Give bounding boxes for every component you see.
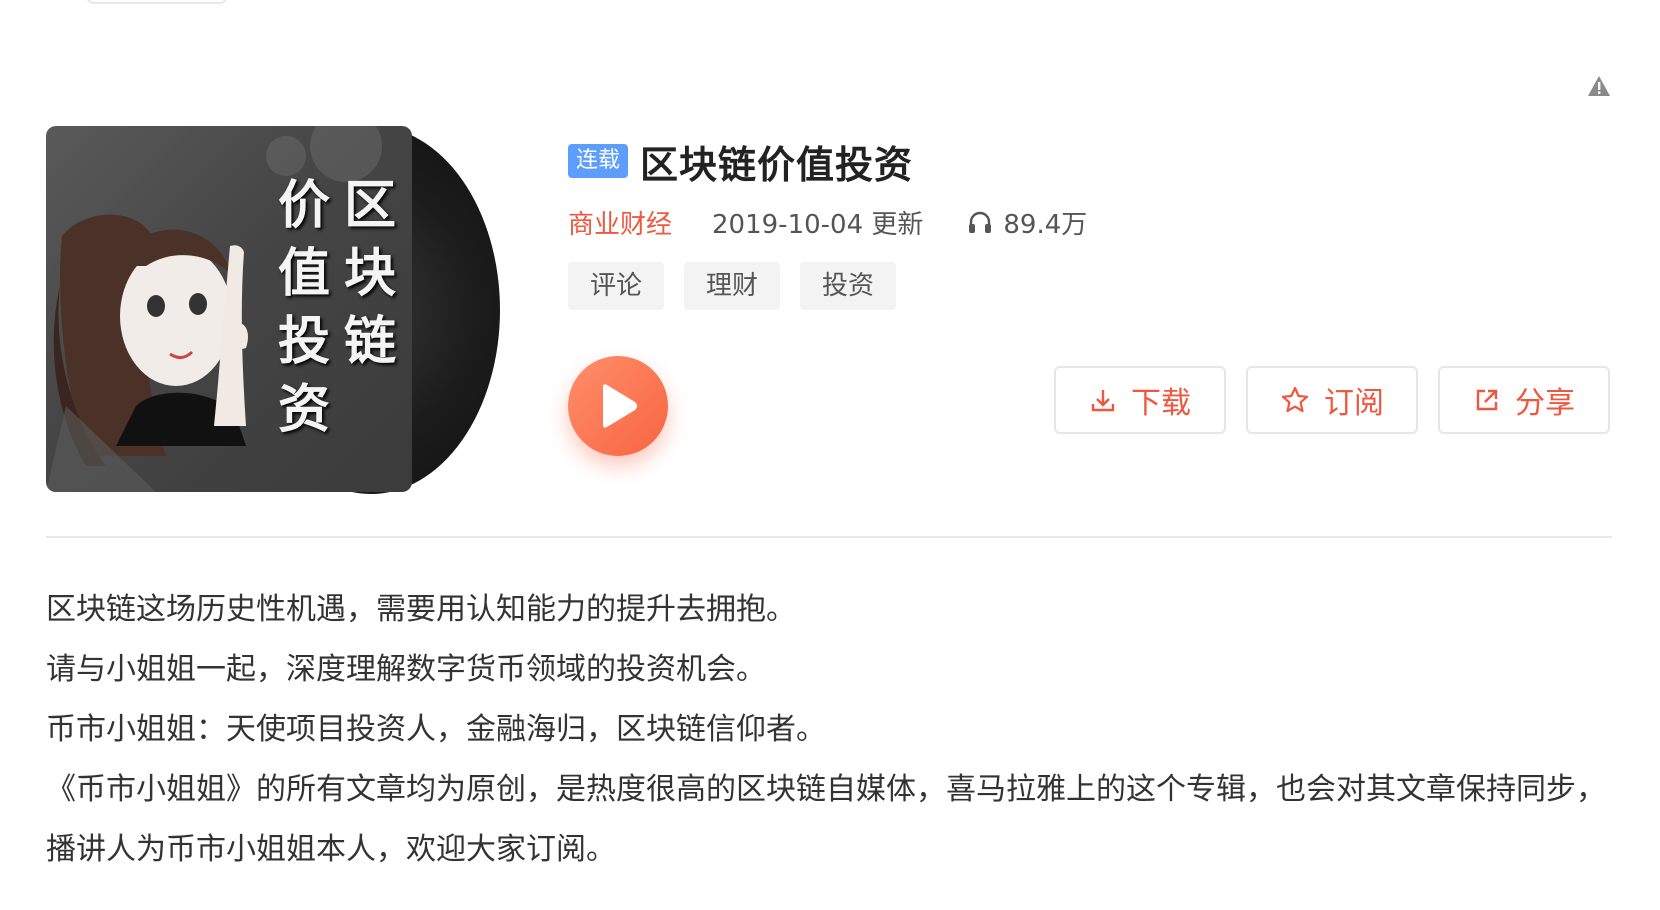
- download-icon: [1091, 390, 1115, 412]
- download-button[interactable]: 下载: [1054, 366, 1226, 434]
- play-icon: [603, 384, 637, 428]
- intro-paragraph: 《币市小姐姐》的所有文章均为原创，是热度很高的区块链自媒体，喜马拉雅上的这个专辑…: [46, 772, 1606, 867]
- category-link[interactable]: 商业财经: [568, 204, 672, 241]
- cover-char: 链: [343, 312, 396, 372]
- headphones-icon: [969, 211, 992, 233]
- cover-char: 投: [277, 312, 330, 372]
- title-row: 连载 区块链价值投资: [568, 136, 914, 187]
- cover-char: 值: [277, 244, 330, 304]
- play-count: 89.4万: [967, 204, 1087, 241]
- cover-title-text: 价 区 值 块 投 链 资: [271, 172, 403, 452]
- cover-char: 块: [343, 244, 396, 304]
- section-divider: [46, 536, 1612, 538]
- intro-paragraph: 请与小姐姐一起，深度理解数字货币领域的投资机会。: [46, 652, 766, 687]
- subscribe-label: 订阅: [1324, 386, 1384, 421]
- album-intro: 区块链这场历史性机遇，需要用认知能力的提升去拥抱。 请与小姐姐一起，深度理解数字…: [46, 580, 1616, 880]
- intro-paragraph: 区块链这场历史性机遇，需要用认知能力的提升去拥抱。: [46, 592, 796, 627]
- subscribe-button[interactable]: 订阅: [1246, 366, 1418, 434]
- play-count-value: 89.4万: [1003, 209, 1088, 240]
- tag-list: 评论 理财 投资: [568, 262, 916, 310]
- album-page: 价 区 值 块 投 链 资 连载 区块链价值投资 商业财经 2019-10-04…: [0, 0, 1660, 910]
- tag-item[interactable]: 评论: [568, 262, 664, 310]
- update-date: 2019-10-04 更新: [712, 209, 924, 240]
- download-label: 下载: [1131, 386, 1191, 421]
- warning-triangle-icon[interactable]: [1586, 74, 1612, 98]
- cover-image: 价 区 值 块 投 链 资: [46, 126, 412, 492]
- tag-item[interactable]: 理财: [684, 262, 780, 310]
- share-button[interactable]: 分享: [1438, 366, 1610, 434]
- cover-char: 区: [343, 176, 396, 236]
- star-icon: [1281, 386, 1309, 413]
- share-label: 分享: [1515, 386, 1575, 421]
- album-title: 区块链价值投资: [640, 142, 914, 187]
- tag-item[interactable]: 投资: [800, 262, 896, 310]
- top-tab-stub: [86, 0, 228, 4]
- album-cover[interactable]: 价 区 值 块 投 链 资: [46, 126, 500, 494]
- serial-status-badge: 连载: [568, 144, 629, 178]
- action-buttons: 下载 订阅 分享: [1054, 366, 1610, 434]
- share-icon: [1476, 389, 1498, 411]
- album-meta: 商业财经 2019-10-04 更新 89.4万: [568, 202, 1087, 242]
- intro-paragraph: 币市小姐姐：天使项目投资人，金融海归，区块链信仰者。: [46, 712, 826, 747]
- cover-char: 资: [277, 380, 330, 440]
- play-button[interactable]: [568, 356, 668, 456]
- cover-char: [337, 376, 403, 444]
- cover-char: 价: [277, 176, 330, 236]
